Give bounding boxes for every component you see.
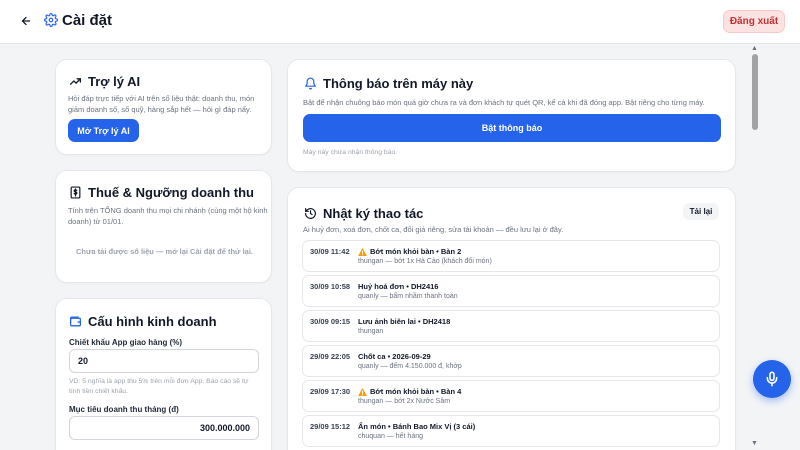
microphone-icon bbox=[766, 371, 778, 387]
log-title: Huỷ hoá đơn • DH2416 bbox=[358, 282, 438, 291]
receipt-icon bbox=[68, 186, 82, 200]
log-title-text: Chốt ca • 2026-09-29 bbox=[358, 352, 431, 361]
log-time: 30/09 11:42 bbox=[310, 247, 350, 256]
tax-empty-message: Chưa tải được số liệu — mở lại Cài đặt đ… bbox=[76, 247, 253, 256]
log-time: 29/09 17:30 bbox=[310, 387, 351, 396]
log-time: 29/09 15:12 bbox=[310, 422, 351, 431]
notify-card-heading: Thông báo trên máy này bbox=[303, 76, 473, 91]
ai-card-heading: Trợ lý AI bbox=[68, 74, 140, 89]
voice-assistant-button[interactable] bbox=[753, 360, 791, 398]
business-config-card: Cấu hình kinh doanh Chiết khấu App giao … bbox=[55, 298, 272, 450]
log-card-heading: Nhật ký thao tác bbox=[303, 206, 423, 221]
log-item: 29/09 17:30 Bớt món khỏi bàn • Bàn 4 thung… bbox=[302, 380, 720, 412]
log-time: 30/09 09:15 bbox=[310, 317, 351, 326]
log-item: 30/09 09:15 Lưu ảnh biên lai • DH2418 thun… bbox=[302, 310, 720, 342]
wallet-icon bbox=[68, 315, 82, 329]
monthly-target-input[interactable]: 300.000.000 bbox=[69, 416, 259, 440]
log-time: 29/09 22:05 bbox=[310, 352, 351, 361]
notify-card-title: Thông báo trên máy này bbox=[323, 76, 474, 91]
commission-hint: VD: 5 nghĩa là app thu 5% trên mỗi đơn A… bbox=[69, 378, 249, 395]
log-item: 30/09 10:58 Huỷ hoá đơn • DH2416 quanly — … bbox=[302, 275, 720, 307]
log-item: 29/09 22:05 Chốt ca • 2026-09-29 quanly — … bbox=[302, 345, 720, 377]
monthly-target-label: Mục tiêu doanh thu tháng (đ) bbox=[69, 405, 179, 414]
log-subtitle: quanly — bấm nhầm thanh toán bbox=[358, 293, 458, 300]
log-card-description: Ai huỷ đơn, xoá đơn, chốt ca, đổi giá ri… bbox=[303, 225, 564, 234]
log-title: Bớt món khỏi bàn • Bàn 2 bbox=[358, 247, 461, 256]
ai-card-title: Trợ lý AI bbox=[88, 74, 141, 89]
tax-threshold-card: Thuế & Ngưỡng doanh thu Tính trên TỔNG d… bbox=[55, 170, 272, 283]
tax-card-description: Tính trên TỔNG doanh thu mọi chi nhánh (… bbox=[68, 206, 268, 226]
log-subtitle: chuquan — hết hàng bbox=[358, 433, 423, 440]
log-item: 29/09 15:12 Ẩn món • Bánh Bao Mix Vị (3 c… bbox=[302, 415, 720, 447]
commission-input[interactable]: 20 bbox=[69, 349, 259, 373]
commission-label: Chiết khấu App giao hàng (%) bbox=[69, 338, 183, 347]
scroll-down-arrow[interactable]: ▼ bbox=[751, 440, 758, 447]
reload-button[interactable]: Tải lại bbox=[683, 203, 719, 220]
ai-card-description: Hỏi đáp trực tiếp với AI trên số liệu th… bbox=[68, 94, 255, 114]
log-time: 30/09 10:58 bbox=[310, 282, 351, 291]
log-title: Chốt ca • 2026-09-29 bbox=[358, 352, 431, 361]
log-title: Bớt món khỏi bàn • Bàn 4 bbox=[358, 387, 461, 396]
logout-button[interactable]: Đăng xuất bbox=[723, 10, 785, 33]
log-subtitle: thungan — bớt 1x Hà Cảo (khách đổi món) bbox=[358, 258, 492, 265]
bell-icon bbox=[303, 77, 317, 91]
tax-card-heading: Thuế & Ngưỡng doanh thu bbox=[68, 185, 254, 200]
enable-notifications-button[interactable]: Bật thông báo bbox=[303, 114, 721, 142]
arrow-left-icon bbox=[21, 16, 31, 26]
app-header: Cài đặt Đăng xuất bbox=[0, 0, 800, 44]
business-card-title: Cấu hình kinh doanh bbox=[88, 314, 217, 329]
open-ai-assistant-button[interactable]: Mở Trợ lý AI bbox=[68, 119, 139, 142]
log-title-text: Bớt món khỏi bàn • Bàn 2 bbox=[370, 247, 462, 256]
log-card-title: Nhật ký thao tác bbox=[323, 206, 424, 221]
warning-icon bbox=[358, 247, 367, 256]
scroll-up-arrow[interactable]: ▲ bbox=[751, 45, 758, 52]
trending-up-icon bbox=[68, 75, 82, 89]
log-subtitle: quanly — đếm 4.150.000 đ, khớp bbox=[358, 363, 462, 370]
page-title: Cài đặt bbox=[62, 12, 113, 29]
warning-icon bbox=[358, 387, 367, 396]
business-card-heading: Cấu hình kinh doanh bbox=[68, 314, 217, 329]
log-subtitle: thungan bbox=[358, 328, 384, 335]
log-title-text: Bớt món khỏi bàn • Bàn 4 bbox=[370, 387, 462, 396]
log-title-text: Ẩn món • Bánh Bao Mix Vị (3 cái) bbox=[358, 422, 476, 431]
log-item: 30/09 11:42 Bớt món khỏi bàn • Bàn 2 thung… bbox=[302, 240, 720, 272]
ai-assistant-card: Trợ lý AI Hỏi đáp trực tiếp với AI trên … bbox=[55, 59, 272, 155]
back-button[interactable] bbox=[18, 13, 34, 29]
gear-icon bbox=[44, 13, 60, 29]
scrollbar-thumb[interactable] bbox=[752, 54, 758, 130]
log-title-text: Lưu ảnh biên lai • DH2418 bbox=[358, 317, 451, 326]
log-title-text: Huỷ hoá đơn • DH2416 bbox=[358, 282, 439, 291]
tax-card-title: Thuế & Ngưỡng doanh thu bbox=[88, 185, 254, 200]
log-title: Lưu ảnh biên lai • DH2418 bbox=[358, 317, 450, 326]
history-icon bbox=[303, 207, 317, 221]
log-subtitle: thungan — bớt 2x Nước Sâm bbox=[358, 398, 451, 405]
notify-status: Máy này chưa nhận thông báo. bbox=[303, 149, 398, 156]
log-title: Ẩn món • Bánh Bao Mix Vị (3 cái) bbox=[358, 422, 475, 431]
notify-card-description: Bật để nhận chuông báo món quá giờ chưa … bbox=[303, 98, 705, 107]
notification-card: Thông báo trên máy này Bật để nhận chuôn… bbox=[287, 59, 736, 172]
